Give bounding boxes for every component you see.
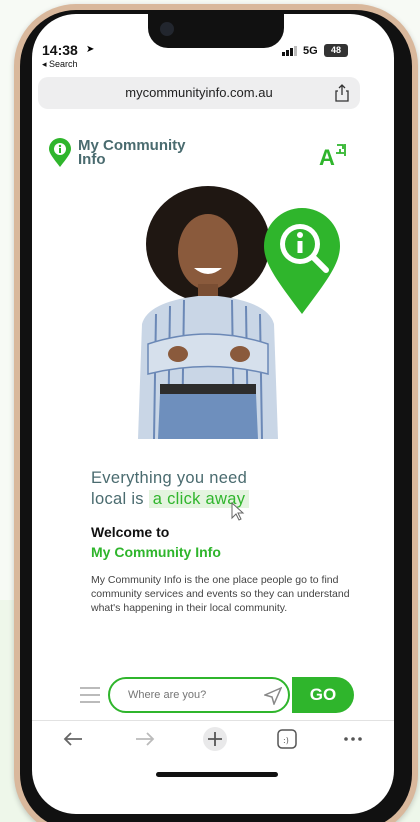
site-description: My Community Info is the one place peopl… xyxy=(91,574,350,614)
logo-text: My Community Info xyxy=(78,138,186,168)
home-indicator[interactable] xyxy=(156,772,278,777)
status-time: 14:38 xyxy=(42,42,78,58)
more-options-icon[interactable] xyxy=(342,729,364,749)
signal-icon xyxy=(282,46,297,56)
cursor-icon xyxy=(231,502,245,521)
forward-arrow-icon[interactable] xyxy=(134,729,156,749)
location-arrow-icon[interactable] xyxy=(264,687,282,705)
headline-prefix: local is xyxy=(91,490,144,508)
info-pin-icon xyxy=(49,138,71,167)
welcome-site-name: My Community Info xyxy=(91,544,221,560)
translate-icon[interactable]: A xyxy=(318,140,348,170)
back-to-app-link[interactable]: ◂ Search xyxy=(42,59,78,70)
address-bar[interactable]: mycommunityinfo.com.au xyxy=(38,77,360,109)
site-logo[interactable]: My Community Info xyxy=(48,138,186,168)
search-row: GO xyxy=(80,677,380,715)
phone-screen: 14:38 ➤ ◂ Search 5G 48 mycommunityinfo.c… xyxy=(32,14,394,814)
logo-line-2: Info xyxy=(78,151,106,168)
info-pin-graphic xyxy=(264,208,340,314)
svg-text:A: A xyxy=(319,145,335,170)
welcome-title: Welcome to xyxy=(91,524,170,540)
headline-line-1: Everything you need xyxy=(91,469,248,487)
headline-line-2: local is a click away xyxy=(91,489,250,510)
share-icon[interactable] xyxy=(334,84,350,102)
location-arrow-icon: ➤ xyxy=(86,44,95,55)
browser-toolbar: :) xyxy=(32,720,394,760)
status-bar: 14:38 ➤ ◂ Search 5G 48 mycommunityinfo.c… xyxy=(32,14,394,777)
url-text: mycommunityinfo.com.au xyxy=(125,85,273,100)
back-arrow-icon[interactable] xyxy=(62,729,84,749)
go-button[interactable]: GO xyxy=(292,677,354,713)
location-search-input[interactable] xyxy=(108,677,290,713)
headline: Everything you need local is a click awa… xyxy=(91,468,250,510)
network-type: 5G xyxy=(303,45,318,57)
menu-icon[interactable] xyxy=(80,687,100,705)
battery-icon: 48 xyxy=(324,44,348,57)
svg-text::): :) xyxy=(283,736,289,745)
tabs-icon[interactable]: :) xyxy=(276,728,298,750)
new-tab-icon[interactable] xyxy=(202,726,228,752)
